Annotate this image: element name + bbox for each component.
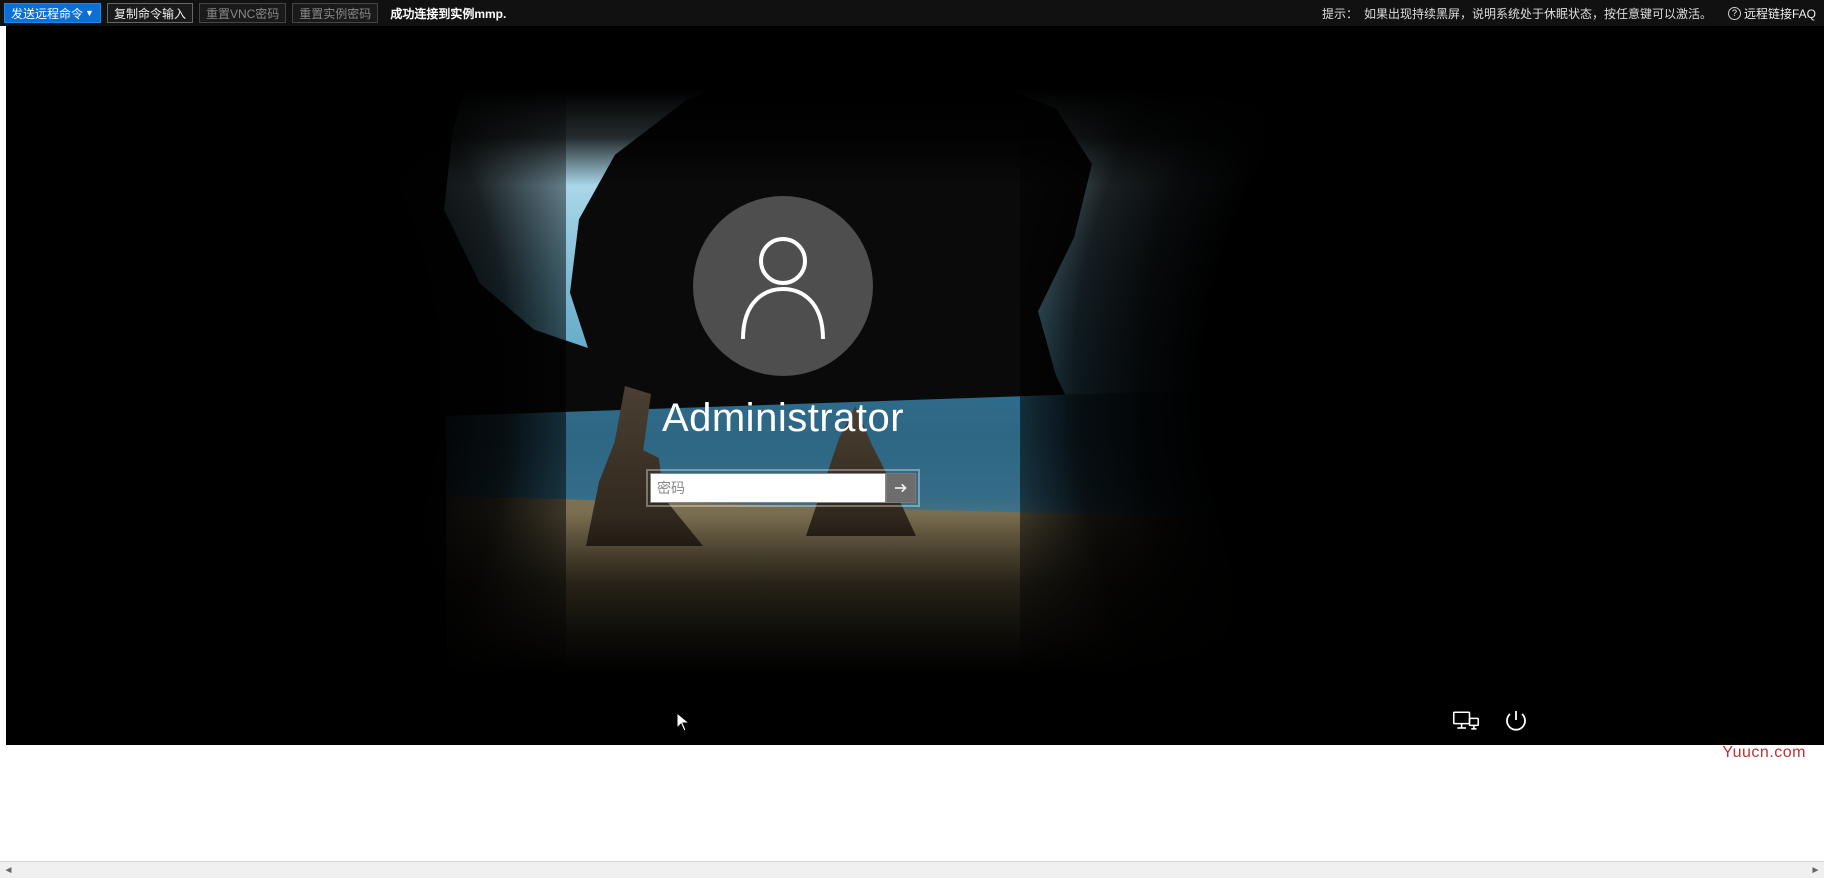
arrow-right-icon xyxy=(892,479,910,497)
lockscreen-utility-icons xyxy=(1450,705,1532,737)
connection-status: 成功连接到实例mmp. xyxy=(390,5,506,22)
faq-label: 远程链接FAQ xyxy=(1744,5,1816,22)
power-icon xyxy=(1503,708,1529,734)
send-remote-command-label: 发送远程命令 xyxy=(11,5,83,22)
help-circle-icon: ? xyxy=(1728,7,1741,20)
scroll-left-button[interactable]: ◄ xyxy=(0,862,17,878)
horizontal-scrollbar[interactable]: ◄ ► xyxy=(0,861,1824,878)
tip-label: 提示： xyxy=(1322,5,1358,22)
caret-down-icon: ▼ xyxy=(85,8,94,18)
submit-login-button[interactable] xyxy=(886,473,916,503)
password-input[interactable] xyxy=(650,473,886,503)
network-button[interactable] xyxy=(1450,705,1482,737)
user-icon xyxy=(733,231,833,341)
password-row xyxy=(650,473,916,503)
app-root: 发送远程命令 ▼ 复制命令输入 重置VNC密码 重置实例密码 成功连接到实例mm… xyxy=(0,0,1824,878)
scroll-right-button[interactable]: ► xyxy=(1807,862,1824,878)
remote-connect-faq-link[interactable]: ? 远程链接FAQ xyxy=(1728,5,1816,22)
copy-command-input-button[interactable]: 复制命令输入 xyxy=(107,3,193,23)
watermark: Yuucn.com xyxy=(1722,744,1806,762)
scroll-track[interactable] xyxy=(17,862,1807,878)
vnc-letterbox xyxy=(1560,26,1824,745)
reset-instance-password-button[interactable]: 重置实例密码 xyxy=(292,3,378,23)
mouse-cursor xyxy=(676,712,690,732)
tip-text: 如果出现持续黑屏，说明系统处于休眠状态，按任意键可以激活。 xyxy=(1364,5,1712,22)
cursor-icon xyxy=(676,712,690,732)
copy-command-input-label: 复制命令输入 xyxy=(114,5,186,22)
reset-vnc-password-label: 重置VNC密码 xyxy=(206,5,279,22)
vnc-toolbar: 发送远程命令 ▼ 复制命令输入 重置VNC密码 重置实例密码 成功连接到实例mm… xyxy=(0,0,1824,26)
reset-vnc-password-button[interactable]: 重置VNC密码 xyxy=(199,3,286,23)
avatar xyxy=(693,196,873,376)
remote-desktop-viewport[interactable]: Administrator xyxy=(6,26,1560,745)
username-label: Administrator xyxy=(662,396,904,441)
login-panel: Administrator xyxy=(6,196,1560,503)
reset-instance-password-label: 重置实例密码 xyxy=(299,5,371,22)
network-icon xyxy=(1452,709,1480,733)
power-button[interactable] xyxy=(1500,705,1532,737)
send-remote-command-button[interactable]: 发送远程命令 ▼ xyxy=(4,3,101,23)
